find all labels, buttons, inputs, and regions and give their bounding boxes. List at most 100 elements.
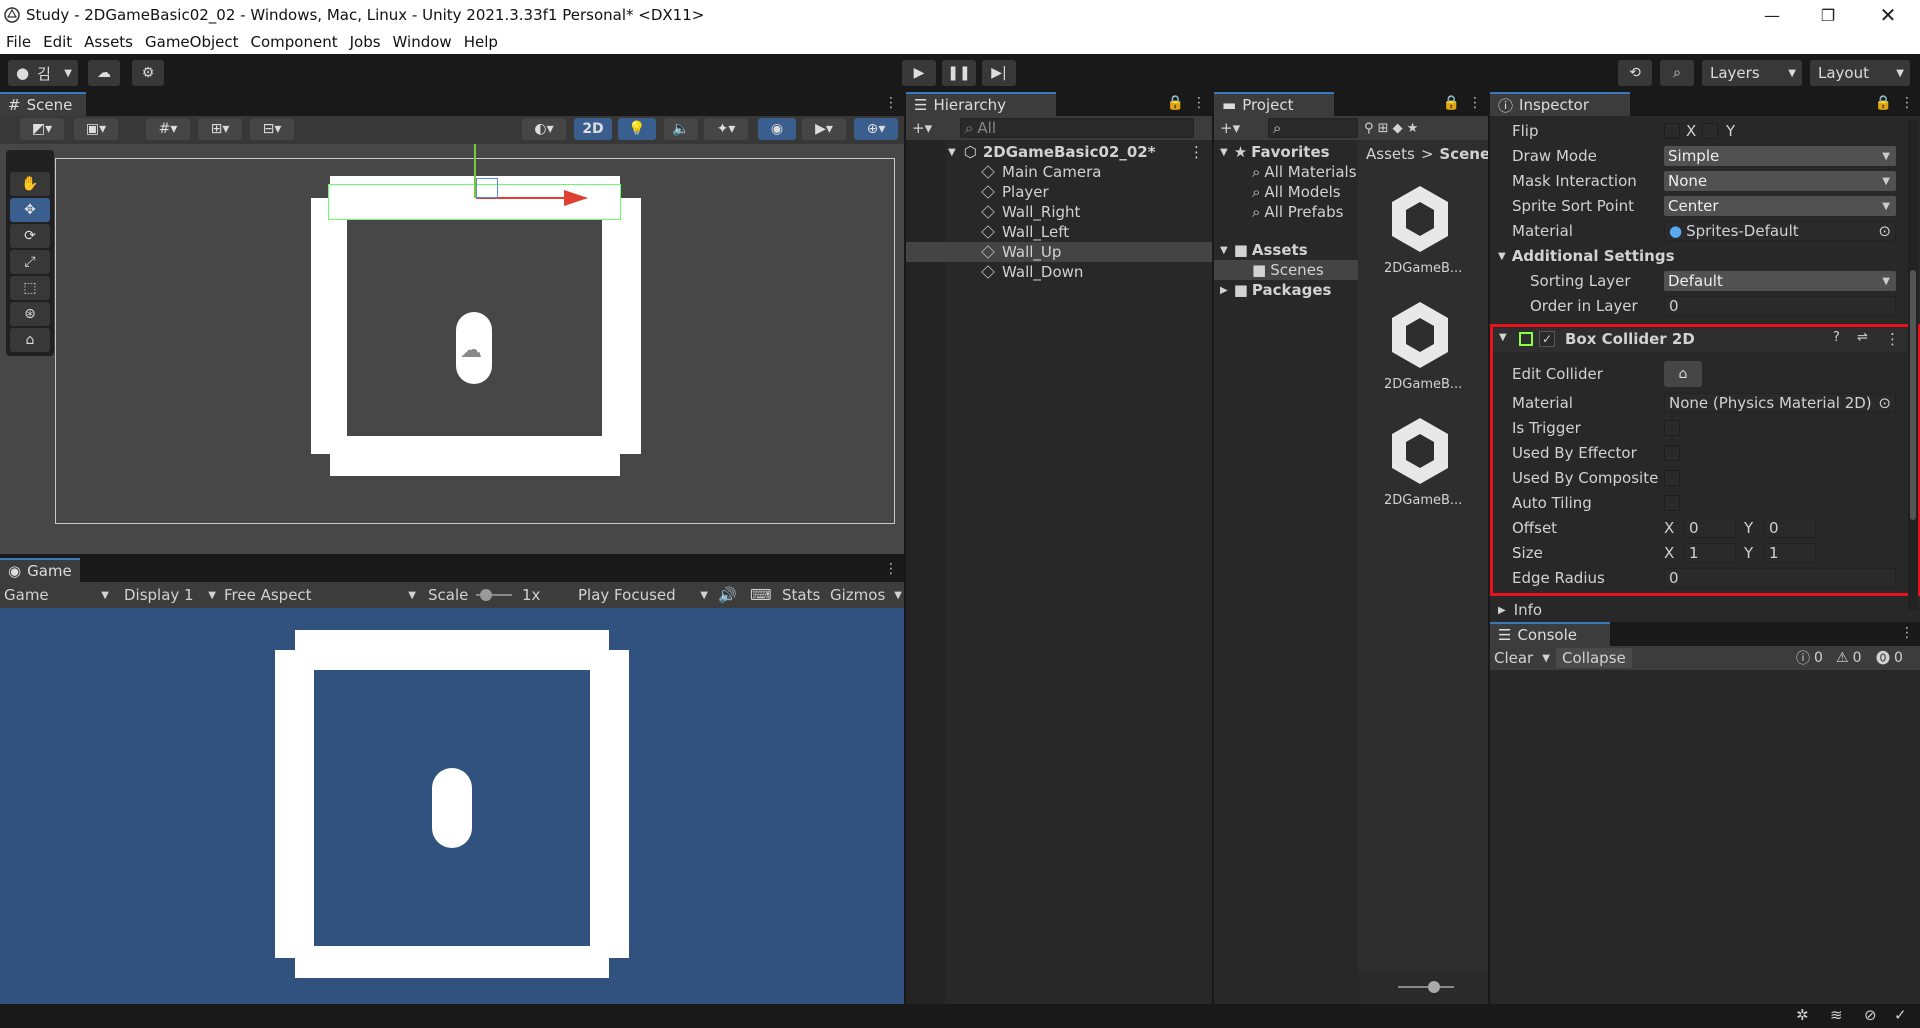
hierarchy-item[interactable]: Player — [981, 182, 1049, 202]
menu-gameobject[interactable]: GameObject — [139, 33, 245, 51]
rotate-tool-icon[interactable]: ⟳ — [10, 224, 50, 248]
tab-console[interactable]: ☰ Console — [1490, 622, 1610, 646]
camera-icon[interactable]: ▶▾ — [802, 118, 846, 140]
sorting-layer-dropdown[interactable]: Default ▼ — [1664, 271, 1896, 291]
layers-dropdown[interactable]: Layers ▼ — [1702, 60, 1802, 86]
flip-x-checkbox[interactable] — [1664, 123, 1680, 139]
menu-window[interactable]: Window — [387, 33, 458, 51]
create-button[interactable]: +▾ — [1220, 118, 1240, 138]
favorite-item[interactable]: ⌕ All Materials — [1252, 162, 1372, 182]
hierarchy-item[interactable]: Wall_Right — [981, 202, 1080, 222]
hierarchy-search-input[interactable]: ⌕ All — [960, 118, 1194, 138]
draw-mode-dropdown[interactable]: Simple ▼ — [1664, 146, 1896, 166]
favorites-folder[interactable]: ▼ ★ Favorites — [1220, 142, 1330, 162]
collapse-button[interactable]: Collapse — [1556, 648, 1632, 668]
object-picker-icon[interactable]: ⊙ — [1878, 394, 1891, 412]
gizmos-icon[interactable]: ⊕▾ — [854, 118, 898, 140]
tab-project[interactable]: ▬ Project — [1214, 92, 1334, 116]
tab-inspector[interactable]: ⓘ Inspector — [1490, 92, 1630, 116]
panel-menu-icon[interactable]: ⋮ — [1900, 95, 1914, 111]
restore-button[interactable]: ❐ — [1800, 0, 1856, 30]
flip-y-checkbox[interactable] — [1702, 123, 1718, 139]
minimize-button[interactable]: — — [1744, 0, 1800, 30]
object-picker-icon[interactable]: ⊙ — [1878, 222, 1891, 240]
hand-tool-icon[interactable]: ✋ — [10, 172, 50, 196]
menu-component[interactable]: Component — [245, 33, 344, 51]
menu-jobs[interactable]: Jobs — [344, 33, 387, 51]
sprite-sort-point-dropdown[interactable]: Center ▼ — [1664, 196, 1896, 216]
panel-menu-icon[interactable]: ⋮ — [1192, 95, 1206, 111]
edge-radius-input[interactable]: 0 — [1664, 568, 1896, 588]
visibility-icon[interactable]: ◉ — [758, 118, 796, 140]
debug-icon[interactable]: ⊘ — [1864, 1006, 1877, 1024]
used-by-composite-checkbox[interactable] — [1664, 470, 1680, 486]
render-mode-icon[interactable]: ▣▾ — [74, 118, 118, 140]
toggle-2d-button[interactable]: 2D — [574, 118, 612, 140]
close-button[interactable]: ✕ — [1860, 0, 1916, 30]
icon-size-slider[interactable] — [1398, 981, 1454, 993]
panel-menu-icon[interactable]: ⋮ — [884, 95, 898, 111]
enabled-checkbox[interactable]: ✓ — [1539, 331, 1555, 347]
play-button[interactable]: ▶ — [902, 60, 936, 86]
tab-game[interactable]: ◉ Game — [0, 558, 80, 582]
menu-assets[interactable]: Assets — [78, 33, 139, 51]
edit-collider-button[interactable]: ⌂ — [1664, 361, 1702, 387]
hierarchy-item[interactable]: Wall_Down — [981, 262, 1083, 282]
size-y-input[interactable]: 1 — [1764, 543, 1816, 563]
log-count-button[interactable]: ⓘ 0 — [1796, 648, 1823, 668]
assets-folder[interactable]: ▼ ■ Assets — [1220, 240, 1308, 260]
increment-snap-icon[interactable]: ⊟▾ — [250, 118, 294, 140]
presets-icon[interactable]: ⇌ — [1857, 330, 1868, 345]
mask-interaction-dropdown[interactable]: None ▼ — [1664, 171, 1896, 191]
draw-mode-icon[interactable]: ◩▾ — [20, 118, 64, 140]
cloud-icon[interactable]: ☁ — [88, 60, 120, 86]
keyboard-icon[interactable]: ⌨ — [750, 585, 772, 605]
rect-tool-icon[interactable]: ⬚ — [10, 276, 50, 300]
menu-help[interactable]: Help — [458, 33, 504, 51]
gizmo-x-arrow-icon[interactable] — [564, 188, 590, 208]
create-button[interactable]: +▾ — [912, 118, 932, 138]
grid-snap-icon[interactable]: #▾ — [146, 118, 190, 140]
clear-dropdown[interactable]: Clear ▼ — [1494, 648, 1550, 668]
packages-folder[interactable]: ▶ ■ Packages — [1220, 280, 1331, 300]
used-by-effector-checkbox[interactable] — [1664, 445, 1680, 461]
sprite-material-field[interactable]: ● Sprites-Default ⊙ — [1664, 221, 1896, 241]
lock-icon[interactable]: 🔒 — [1167, 95, 1184, 111]
bug-icon[interactable]: ✲ — [1796, 1006, 1809, 1024]
panel-menu-icon[interactable]: ⋮ — [1900, 625, 1914, 641]
scene-root-item[interactable]: ▼ ⬡ 2DGameBasic02_02* ⋮ — [948, 142, 1212, 162]
hierarchy-item[interactable]: Main Camera — [981, 162, 1101, 182]
layout-dropdown[interactable]: Layout ▼ — [1810, 60, 1910, 86]
transform-tool-icon[interactable]: ⊛ — [10, 302, 50, 326]
progress-icon[interactable]: ✓ — [1894, 1006, 1907, 1024]
unity-scene-file-icon[interactable] — [1388, 184, 1452, 254]
panel-menu-icon[interactable]: ⋮ — [1468, 95, 1482, 111]
warning-count-button[interactable]: ⚠ 0 — [1836, 648, 1861, 668]
box-collider-header[interactable]: ▼ ✓ Box Collider 2D ? ⇌ ⋮ — [1493, 328, 1907, 352]
step-button[interactable]: ▶| — [982, 60, 1016, 86]
effects-icon[interactable]: ✦▾ — [704, 118, 748, 140]
lighting-icon[interactable]: 💡 — [618, 118, 656, 140]
tab-scene[interactable]: # Scene — [0, 92, 86, 116]
auto-tiling-checkbox[interactable] — [1664, 495, 1680, 511]
gizmo-plane-handle[interactable] — [476, 178, 498, 198]
is-trigger-checkbox[interactable] — [1664, 420, 1680, 436]
game-view-dropdown[interactable]: Game ▼ — [4, 585, 109, 605]
game-view[interactable] — [0, 608, 904, 1004]
scene-view[interactable]: ☁ — [0, 144, 904, 554]
lock-icon[interactable]: 🔒 — [1443, 95, 1460, 111]
menu-file[interactable]: File — [0, 33, 37, 51]
component-menu-icon[interactable]: ⋮ — [1885, 330, 1900, 348]
scale-slider[interactable] — [476, 589, 512, 601]
scenes-folder[interactable]: ■ Scenes — [1252, 260, 1324, 280]
panel-menu-icon[interactable]: ⋮ — [884, 561, 898, 577]
offset-y-input[interactable]: 0 — [1764, 518, 1816, 538]
display-dropdown[interactable]: Display 1 ▼ — [124, 585, 216, 605]
filter-icons[interactable]: ⚲ ⊞ ◆ ★ — [1364, 118, 1418, 138]
unity-scene-file-icon[interactable] — [1388, 416, 1452, 486]
project-search-input[interactable]: ⌕ — [1268, 118, 1358, 138]
offset-x-input[interactable]: 0 — [1684, 518, 1736, 538]
snap-icon[interactable]: ⊞▾ — [198, 118, 242, 140]
tab-hierarchy[interactable]: ☰ Hierarchy — [906, 92, 1056, 116]
error-count-button[interactable]: ⓿0 — [1876, 648, 1903, 668]
